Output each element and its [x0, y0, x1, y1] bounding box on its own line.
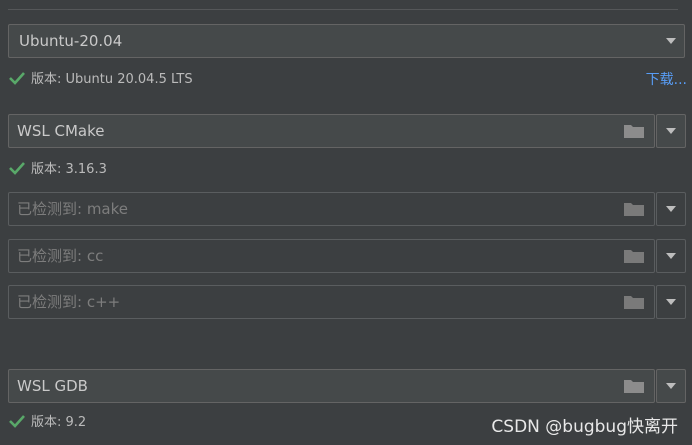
chevron-down-icon — [666, 206, 676, 212]
c-compiler-placeholder: 已检测到: cc — [17, 247, 104, 265]
make-dropdown[interactable] — [656, 192, 686, 226]
cpp-compiler-dropdown[interactable] — [656, 285, 686, 319]
distribution-status-text: 版本: Ubuntu 20.04.5 LTS — [31, 72, 193, 87]
c-compiler-field[interactable]: 已检测到: cc — [8, 239, 655, 273]
distribution-status: 版本: Ubuntu 20.04.5 LTS — [9, 68, 193, 88]
check-icon — [9, 71, 25, 85]
distribution-select[interactable]: Ubuntu-20.04 — [8, 24, 685, 58]
watermark: CSDN @bugbug快离开 — [491, 417, 678, 437]
chevron-down-icon — [666, 38, 676, 44]
chevron-down-icon — [666, 299, 676, 305]
chevron-down-icon — [666, 383, 676, 389]
debugger-dropdown[interactable] — [656, 369, 686, 403]
folder-icon[interactable] — [624, 124, 644, 138]
c-compiler-dropdown[interactable] — [656, 239, 686, 273]
cmake-status-text: 版本: 3.16.3 — [31, 162, 107, 177]
make-field[interactable]: 已检测到: make — [8, 192, 655, 226]
distribution-value: Ubuntu-20.04 — [19, 32, 123, 50]
debugger-status: 版本: 9.2 — [9, 411, 86, 431]
debugger-field[interactable]: WSL GDB — [8, 369, 655, 403]
cmake-value: WSL CMake — [17, 122, 105, 140]
download-link[interactable]: 下载... — [646, 69, 687, 89]
cmake-dropdown[interactable] — [656, 114, 686, 148]
folder-icon[interactable] — [624, 249, 644, 263]
debugger-value: WSL GDB — [17, 377, 88, 395]
cmake-status: 版本: 3.16.3 — [9, 158, 107, 178]
folder-icon[interactable] — [624, 379, 644, 393]
check-icon — [9, 161, 25, 175]
debugger-status-text: 版本: 9.2 — [31, 415, 87, 430]
make-placeholder: 已检测到: make — [17, 200, 129, 218]
check-icon — [9, 414, 25, 428]
separator — [8, 9, 678, 10]
chevron-down-icon — [666, 253, 676, 259]
cpp-compiler-placeholder: 已检测到: c++ — [17, 293, 121, 311]
cpp-compiler-field[interactable]: 已检测到: c++ — [8, 285, 655, 319]
chevron-down-icon — [666, 128, 676, 134]
folder-icon[interactable] — [624, 295, 644, 309]
cmake-field[interactable]: WSL CMake — [8, 114, 655, 148]
folder-icon[interactable] — [624, 202, 644, 216]
